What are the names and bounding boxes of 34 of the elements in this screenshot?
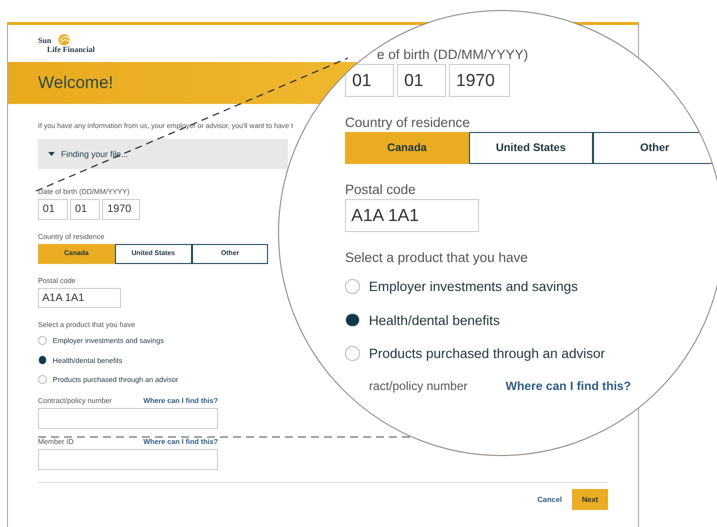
postal-code-field[interactable]: A1A 1A1: [345, 199, 480, 232]
date-field[interactable]: 1970: [102, 199, 140, 220]
radio-button[interactable]: [38, 355, 48, 365]
date-field[interactable]: 01: [70, 199, 100, 220]
radio-button[interactable]: [345, 346, 360, 362]
country-option[interactable]: United States: [468, 132, 593, 164]
field-label: Select a product that you have: [345, 250, 528, 266]
field-label: Postal code: [345, 182, 416, 198]
finder-bar[interactable]: Finding your file...: [38, 139, 288, 169]
postal-code-field[interactable]: A1A 1A1: [38, 288, 122, 308]
logo-text: Life Financial: [46, 45, 95, 54]
radio-label[interactable]: Products purchased through an advisor: [368, 346, 606, 362]
logo-text: Sun: [38, 36, 52, 45]
date-field[interactable]: 01: [345, 64, 394, 98]
sun-logo-icon: [56, 31, 72, 47]
radio-button[interactable]: [345, 278, 360, 294]
date-field[interactable]: 01: [38, 199, 68, 220]
date-field[interactable]: 01: [396, 64, 446, 98]
radio-label[interactable]: Health/dental benefits: [368, 312, 500, 328]
input-field[interactable]: [38, 408, 218, 430]
radio-label[interactable]: Employer investments and savings: [368, 278, 578, 294]
page-title: Welcome!: [38, 73, 114, 93]
country-option[interactable]: Canada: [345, 132, 469, 164]
finder-label: Finding your file...: [61, 149, 128, 159]
radio-button[interactable]: [38, 375, 48, 384]
date-field[interactable]: 1970: [448, 64, 510, 98]
radio-button[interactable]: [345, 312, 360, 328]
input-field[interactable]: [38, 449, 218, 470]
field-label: ract/policy number: [369, 379, 468, 394]
field-label: e of birth (DD/MM/YYYY): [377, 47, 528, 62]
help-link[interactable]: Where can I find this?: [506, 379, 631, 394]
field-label: Country of residence: [345, 115, 470, 130]
radio-button[interactable]: [38, 336, 48, 346]
caret-icon: [48, 152, 55, 156]
